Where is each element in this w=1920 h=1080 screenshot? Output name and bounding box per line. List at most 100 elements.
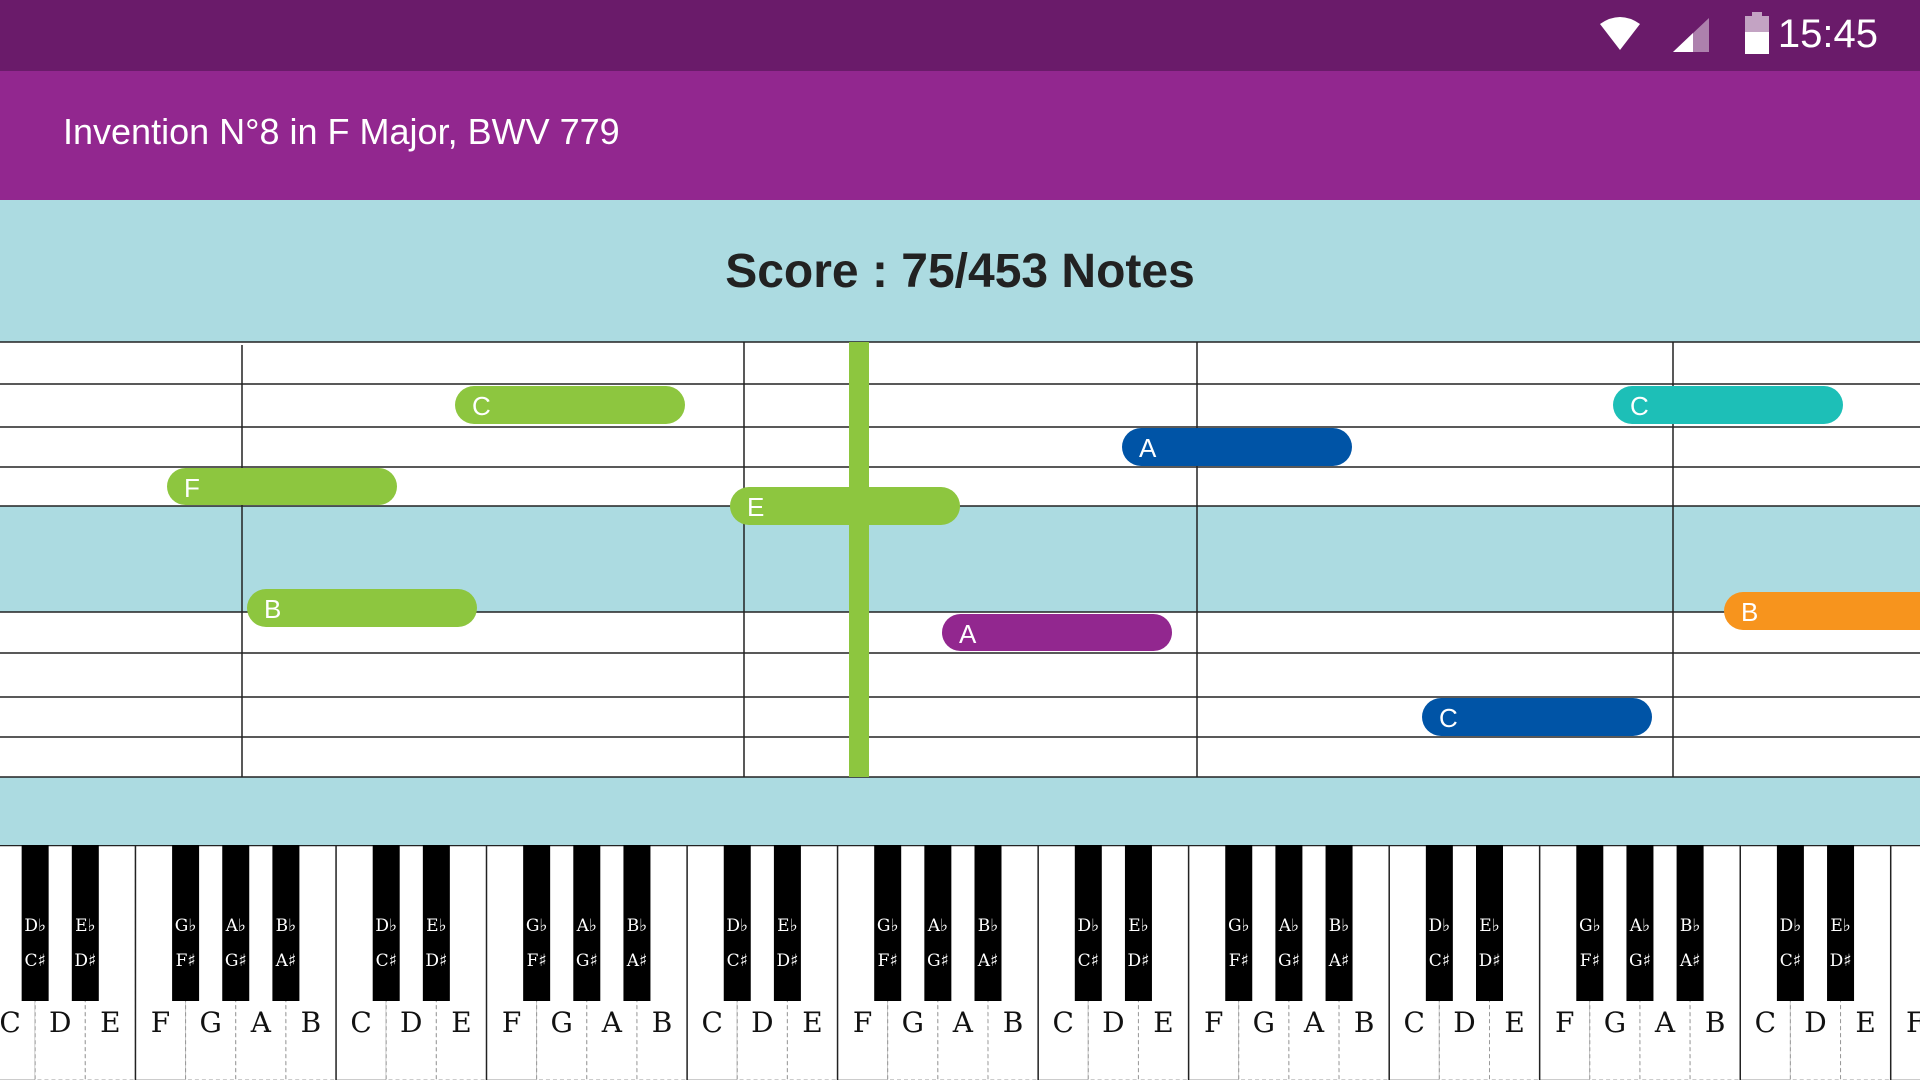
white-key-f[interactable]: F bbox=[1890, 845, 1920, 1080]
white-key-label: C bbox=[1404, 1006, 1425, 1039]
white-key-label: A bbox=[601, 1006, 623, 1039]
black-key-label: A♭ bbox=[576, 916, 597, 936]
black-key[interactable]: D♭ C♯ bbox=[1074, 845, 1102, 1001]
black-key-label: A♯ bbox=[626, 951, 648, 971]
note-label: A bbox=[1139, 433, 1157, 463]
black-key[interactable]: G♭ F♯ bbox=[874, 845, 902, 1001]
black-key-label: A♭ bbox=[927, 916, 948, 936]
black-key[interactable]: G♭ F♯ bbox=[172, 845, 200, 1001]
black-key[interactable]: E♭ D♯ bbox=[773, 845, 801, 1001]
black-key-label: D♯ bbox=[1830, 951, 1852, 971]
black-key[interactable]: D♭ C♯ bbox=[1776, 845, 1804, 1001]
black-key-label: G♯ bbox=[1278, 951, 1300, 971]
white-key-label: G bbox=[1253, 1006, 1275, 1039]
white-key-label: A bbox=[1654, 1006, 1676, 1039]
black-key[interactable]: E♭ D♯ bbox=[1124, 845, 1152, 1001]
black-key[interactable]: E♭ D♯ bbox=[71, 845, 99, 1001]
black-key[interactable]: A♭ G♯ bbox=[1275, 845, 1303, 1001]
note-bar: C bbox=[455, 386, 685, 424]
white-key-label: C bbox=[350, 1006, 371, 1039]
black-key-label: G♭ bbox=[877, 916, 899, 936]
black-key-label: D♭ bbox=[1077, 916, 1099, 936]
black-key-label: F♯ bbox=[878, 951, 898, 971]
black-key[interactable]: B♭ A♯ bbox=[1676, 845, 1704, 1001]
white-key-label: E bbox=[1855, 1006, 1875, 1039]
black-key[interactable]: D♭ C♯ bbox=[1425, 845, 1453, 1001]
black-key[interactable]: G♭ F♯ bbox=[1225, 845, 1253, 1001]
black-key[interactable]: A♭ G♯ bbox=[1626, 845, 1654, 1001]
white-key-label: B bbox=[652, 1006, 673, 1039]
white-key-label: C bbox=[1755, 1006, 1776, 1039]
black-key-label: D♯ bbox=[425, 951, 447, 971]
black-key[interactable]: E♭ D♯ bbox=[1476, 845, 1503, 1001]
black-key-label: B♭ bbox=[1329, 916, 1350, 936]
black-key-label: A♯ bbox=[275, 951, 297, 971]
white-key-label: F bbox=[151, 1006, 170, 1039]
white-key-label: A bbox=[250, 1006, 272, 1039]
black-key-label: F♯ bbox=[176, 951, 196, 971]
black-key[interactable]: D♭ C♯ bbox=[21, 845, 49, 1001]
black-key[interactable]: G♭ F♯ bbox=[523, 845, 551, 1001]
black-key[interactable]: G♭ F♯ bbox=[1576, 845, 1604, 1001]
black-key[interactable]: B♭ A♯ bbox=[623, 845, 651, 1001]
black-key-label: F♯ bbox=[1580, 951, 1600, 971]
black-key-label: E♭ bbox=[777, 916, 797, 936]
battery-icon bbox=[1745, 12, 1769, 54]
note-bar: B bbox=[1724, 592, 1920, 630]
white-key-label: B bbox=[1003, 1006, 1024, 1039]
wifi-icon bbox=[1600, 17, 1640, 50]
black-key-label: A♯ bbox=[1328, 951, 1350, 971]
black-key[interactable]: E♭ D♯ bbox=[422, 845, 450, 1001]
black-key-label: E♭ bbox=[1830, 916, 1850, 936]
white-key-label: A bbox=[1303, 1006, 1325, 1039]
black-key-label: D♭ bbox=[726, 916, 748, 936]
note-label: A bbox=[959, 619, 977, 649]
black-key-label: G♭ bbox=[1228, 916, 1250, 936]
note-bar: C bbox=[1422, 698, 1652, 736]
note-label: C bbox=[1630, 391, 1649, 421]
black-key-label: A♯ bbox=[1679, 951, 1701, 971]
white-key-label: F bbox=[1204, 1006, 1223, 1039]
note-bar: E bbox=[730, 487, 960, 525]
white-key-label: D bbox=[751, 1006, 773, 1039]
black-key-label: E♭ bbox=[75, 916, 95, 936]
playhead-cursor bbox=[849, 342, 869, 777]
black-key[interactable]: B♭ A♯ bbox=[1325, 845, 1353, 1001]
black-key-label: C♯ bbox=[376, 951, 397, 971]
black-key[interactable]: E♭ D♯ bbox=[1827, 845, 1855, 1001]
white-key-label: A bbox=[952, 1006, 974, 1039]
black-key[interactable]: A♭ G♯ bbox=[222, 845, 250, 1001]
white-key-label: E bbox=[802, 1006, 822, 1039]
black-key-label: D♭ bbox=[1429, 916, 1451, 936]
black-key[interactable]: D♭ C♯ bbox=[723, 845, 751, 1001]
status-bar: 15:45 bbox=[0, 0, 1920, 71]
black-key[interactable]: A♭ G♯ bbox=[924, 845, 952, 1001]
white-key-label: C bbox=[1053, 1006, 1074, 1039]
black-key[interactable]: D♭ C♯ bbox=[372, 845, 400, 1001]
note-bar: B bbox=[247, 589, 477, 627]
black-key-label: D♯ bbox=[1128, 951, 1150, 971]
black-key-label: B♭ bbox=[1680, 916, 1701, 936]
note-bar: A bbox=[1122, 428, 1352, 466]
black-key[interactable]: B♭ A♯ bbox=[272, 845, 300, 1001]
note-label: B bbox=[1741, 597, 1758, 627]
note-label: B bbox=[264, 594, 281, 624]
black-key[interactable]: A♭ G♯ bbox=[573, 845, 601, 1001]
note-bar: A bbox=[942, 614, 1172, 651]
white-key-label: D bbox=[49, 1006, 71, 1039]
black-key-label: D♭ bbox=[24, 916, 46, 936]
score-counter: Score : 75/453 Notes bbox=[725, 245, 1195, 298]
note-bar: C bbox=[1613, 386, 1843, 424]
clock: 15:45 bbox=[1777, 12, 1878, 56]
black-key-label: D♭ bbox=[375, 916, 397, 936]
white-key-label: D bbox=[1102, 1006, 1124, 1039]
note-label: C bbox=[1439, 703, 1458, 733]
black-key[interactable]: B♭ A♯ bbox=[974, 845, 1002, 1001]
cellular-signal-icon bbox=[1673, 18, 1709, 52]
white-key-label: B bbox=[1354, 1006, 1375, 1039]
piano-keyboard[interactable]: C D E F G A B C D E F G A B C D E F G A B C D E F G A B C D E F G A B C D E FD… bbox=[0, 845, 1920, 1080]
black-key-label: G♯ bbox=[1629, 951, 1651, 971]
white-key-label: G bbox=[1604, 1006, 1626, 1039]
black-key-label: C♯ bbox=[1429, 951, 1450, 971]
white-key-label: E bbox=[1504, 1006, 1524, 1039]
